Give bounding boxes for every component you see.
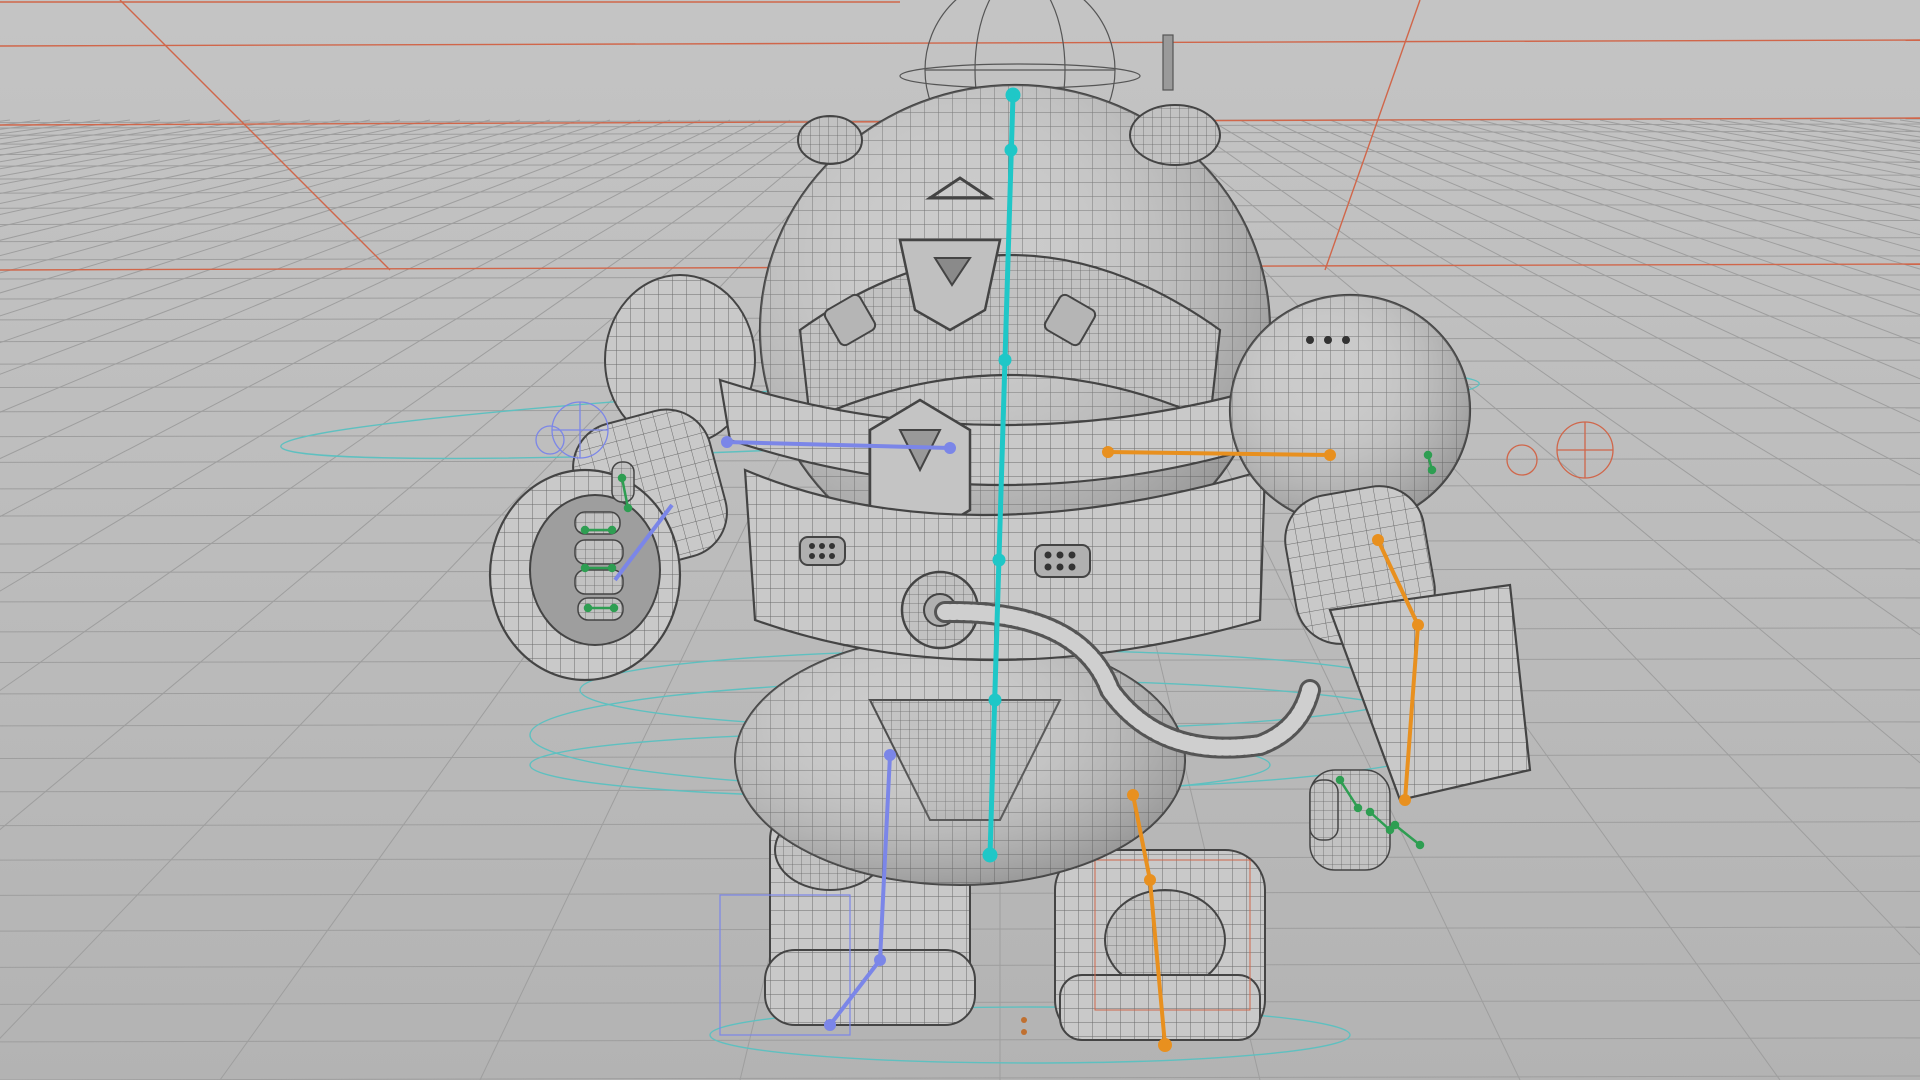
grid-line — [0, 119, 341, 186]
grid-line — [0, 119, 281, 170]
grid-line — [0, 119, 491, 241]
pelvis[interactable] — [734, 634, 1186, 886]
grid-line — [0, 119, 11, 122]
grid-line — [0, 119, 311, 177]
left-arm[interactable] — [488, 399, 737, 682]
grid-line — [0, 119, 521, 257]
grid-line — [0, 119, 131, 140]
grid-line — [0, 1037, 1920, 1043]
grid-line — [0, 119, 71, 130]
grid-line — [0, 119, 251, 163]
grid-line — [0, 119, 401, 204]
grid-line — [0, 119, 371, 195]
right-arm[interactable] — [1228, 293, 1532, 871]
pole-vector-target[interactable] — [1021, 1017, 1027, 1035]
right-hand-ik-gizmo[interactable] — [1506, 421, 1614, 479]
scene-canvas[interactable] — [0, 0, 1920, 1080]
grid-line — [0, 119, 101, 135]
grid-line — [0, 119, 431, 215]
grid-line — [0, 119, 161, 145]
grid-line — [0, 119, 461, 228]
3d-viewport[interactable] — [0, 0, 1920, 1080]
grid-line — [0, 1075, 1920, 1080]
shoulder-vent-dots — [1306, 336, 1350, 344]
